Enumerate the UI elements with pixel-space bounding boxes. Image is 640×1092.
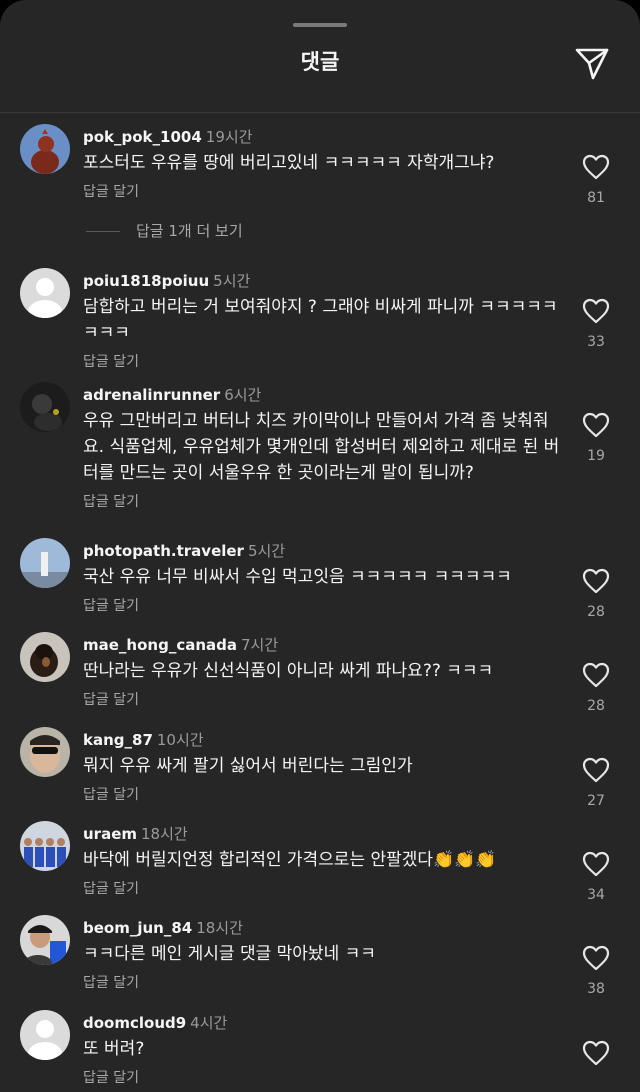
avatar[interactable]: [20, 727, 70, 777]
heart-icon: [582, 154, 610, 180]
reply-button[interactable]: 답글 달기: [83, 876, 563, 902]
comment-time: 6시간: [224, 386, 262, 404]
comment-username[interactable]: adrenalinrunner: [83, 386, 220, 404]
avatar[interactable]: [20, 915, 70, 965]
like-button[interactable]: 38: [578, 945, 614, 997]
avatar[interactable]: [20, 821, 70, 871]
comment-time: 4시간: [190, 1014, 228, 1032]
like-button[interactable]: 27: [578, 757, 614, 809]
comment-time: 10시간: [156, 731, 204, 749]
comment-text: 또 버려?: [83, 1039, 145, 1059]
comment-text: 뭐지 우유 싸게 팔기 싫어서 버린다는 그림인가: [83, 756, 413, 776]
comments-sheet: 댓글 pok_pok_1004 19시간 포스터도 우유를 땅에 버리고있네 ㅋㅋ…: [0, 0, 640, 1092]
like-count: 33: [587, 334, 605, 350]
reply-button[interactable]: 답글 달기: [83, 489, 563, 515]
comment-username[interactable]: kang_87: [83, 731, 153, 749]
replies-line: [86, 231, 120, 232]
comment-username[interactable]: mae_hong_canada: [83, 636, 237, 654]
avatar[interactable]: [20, 124, 70, 174]
comment-text: 바닥에 버릴지언정 합리적인 가격으로는 안팔겠다👏👏👏: [83, 850, 497, 870]
comment-time: 7시간: [241, 636, 279, 654]
avatar[interactable]: [20, 1010, 70, 1060]
heart-icon: [582, 412, 610, 438]
like-count: 28: [587, 604, 605, 620]
comment-time: 19시간: [205, 128, 253, 146]
comment-text: ㅋㅋ다른 메인 게시글 댓글 막아놨네 ㅋㅋ: [83, 944, 376, 964]
reply-button[interactable]: 답글 달기: [83, 782, 563, 808]
comment-username[interactable]: photopath.traveler: [83, 542, 244, 560]
reply-button[interactable]: 답글 달기: [83, 593, 563, 619]
comment-username[interactable]: uraem: [83, 825, 137, 843]
comment-list: pok_pok_1004 19시간 포스터도 우유를 땅에 버리고있네 ㅋㅋㅋㅋㅋ…: [0, 0, 640, 1092]
comment-text: 딴나라는 우유가 신선식품이 아니라 싸게 파나요?? ㅋㅋㅋ: [83, 661, 494, 681]
comment-time: 18시간: [196, 919, 243, 937]
reply-button[interactable]: 답글 달기: [83, 179, 563, 205]
like-count: 19: [587, 448, 605, 464]
like-button[interactable]: 28: [578, 568, 614, 620]
reply-button[interactable]: 답글 달기: [83, 970, 563, 996]
comment-text: 국산 우유 너무 비싸서 수입 먹고잇음 ㅋㅋㅋㅋㅋ ㅋㅋㅋㅋㅋ: [83, 567, 512, 587]
comment-time: 5시간: [247, 542, 286, 560]
comment-text: 포스터도 우유를 땅에 버리고있네 ㅋㅋㅋㅋㅋ 자학개그냐?: [83, 153, 495, 173]
view-more-replies-button[interactable]: 답글 1개 더 보기: [86, 220, 243, 241]
heart-icon: [582, 945, 610, 971]
avatar[interactable]: [20, 538, 70, 588]
like-button[interactable]: 81: [578, 154, 614, 206]
comment-time: 5시간: [213, 272, 251, 290]
comment-username[interactable]: pok_pok_1004: [83, 128, 202, 146]
reply-button[interactable]: 답글 달기: [83, 1065, 563, 1091]
like-button[interactable]: 33: [578, 298, 614, 350]
reply-button[interactable]: 답글 달기: [83, 349, 563, 375]
like-count: 34: [587, 887, 605, 903]
avatar[interactable]: [20, 382, 70, 432]
like-button[interactable]: 34: [578, 851, 614, 903]
comment-time: 18시간: [141, 825, 188, 843]
heart-icon: [582, 1040, 610, 1066]
like-button[interactable]: 28: [578, 662, 614, 714]
heart-icon: [582, 662, 610, 688]
like-count: 28: [587, 698, 605, 714]
like-count: 27: [587, 793, 605, 809]
heart-icon: [582, 298, 610, 324]
reply-button[interactable]: 답글 달기: [83, 687, 563, 713]
like-button[interactable]: 19: [578, 412, 614, 464]
comment-username[interactable]: poiu1818poiuu: [83, 272, 209, 290]
comment-username[interactable]: doomcloud9: [83, 1014, 186, 1032]
avatar[interactable]: [20, 632, 70, 682]
like-count: 81: [587, 190, 605, 206]
more-replies-label: 답글 1개 더 보기: [136, 222, 243, 240]
avatar[interactable]: [20, 268, 70, 318]
comment-text: 담합하고 버리는 거 보여줘야지 ? 그래야 비싸게 파니까 ㅋㅋㅋㅋㅋㅋㅋㅋ: [83, 297, 558, 343]
heart-icon: [582, 568, 610, 594]
heart-icon: [582, 851, 610, 877]
comment-text: 우유 그만버리고 버터나 치즈 카이막이나 만들어서 가격 좀 낮춰줘요. 식품…: [83, 411, 560, 483]
like-count: 38: [587, 981, 605, 997]
like-button[interactable]: [578, 1040, 614, 1076]
heart-icon: [582, 757, 610, 783]
comment-username[interactable]: beom_jun_84: [83, 919, 192, 937]
